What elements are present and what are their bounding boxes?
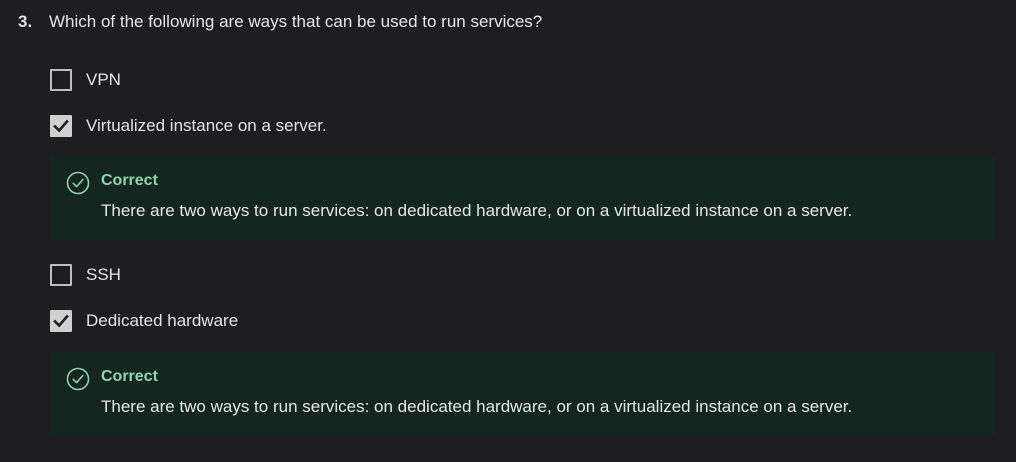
- feedback-status: Correct: [101, 172, 158, 189]
- feedback-text: There are two ways to run services: on d…: [101, 397, 853, 416]
- feedback-panel: Correct There are two ways to run servic…: [50, 155, 995, 240]
- option-label: Virtualized instance on a server.: [86, 116, 327, 135]
- option-ssh[interactable]: SSH: [50, 263, 121, 287]
- question-text: Which of the following are ways that can…: [49, 12, 543, 31]
- check-circle-icon: [66, 171, 90, 195]
- question-number: 3.: [18, 12, 33, 31]
- question-header: 3. Which of the following are ways that …: [18, 11, 542, 33]
- checkbox-vpn[interactable]: [50, 69, 72, 91]
- checkbox-virtualized-instance[interactable]: [50, 115, 72, 137]
- check-icon: [53, 314, 69, 328]
- option-label: VPN: [86, 70, 121, 89]
- option-virtualized-instance[interactable]: Virtualized instance on a server.: [50, 114, 327, 138]
- option-label: SSH: [86, 265, 121, 284]
- check-icon: [53, 119, 69, 133]
- option-dedicated-hardware[interactable]: Dedicated hardware: [50, 309, 238, 333]
- feedback-text: There are two ways to run services: on d…: [101, 201, 853, 220]
- checkbox-dedicated-hardware[interactable]: [50, 310, 72, 332]
- feedback-panel: Correct There are two ways to run servic…: [50, 351, 995, 436]
- checkbox-ssh[interactable]: [50, 264, 72, 286]
- feedback-status: Correct: [101, 368, 158, 385]
- option-vpn[interactable]: VPN: [50, 68, 121, 92]
- check-circle-icon: [66, 367, 90, 391]
- option-label: Dedicated hardware: [86, 311, 239, 330]
